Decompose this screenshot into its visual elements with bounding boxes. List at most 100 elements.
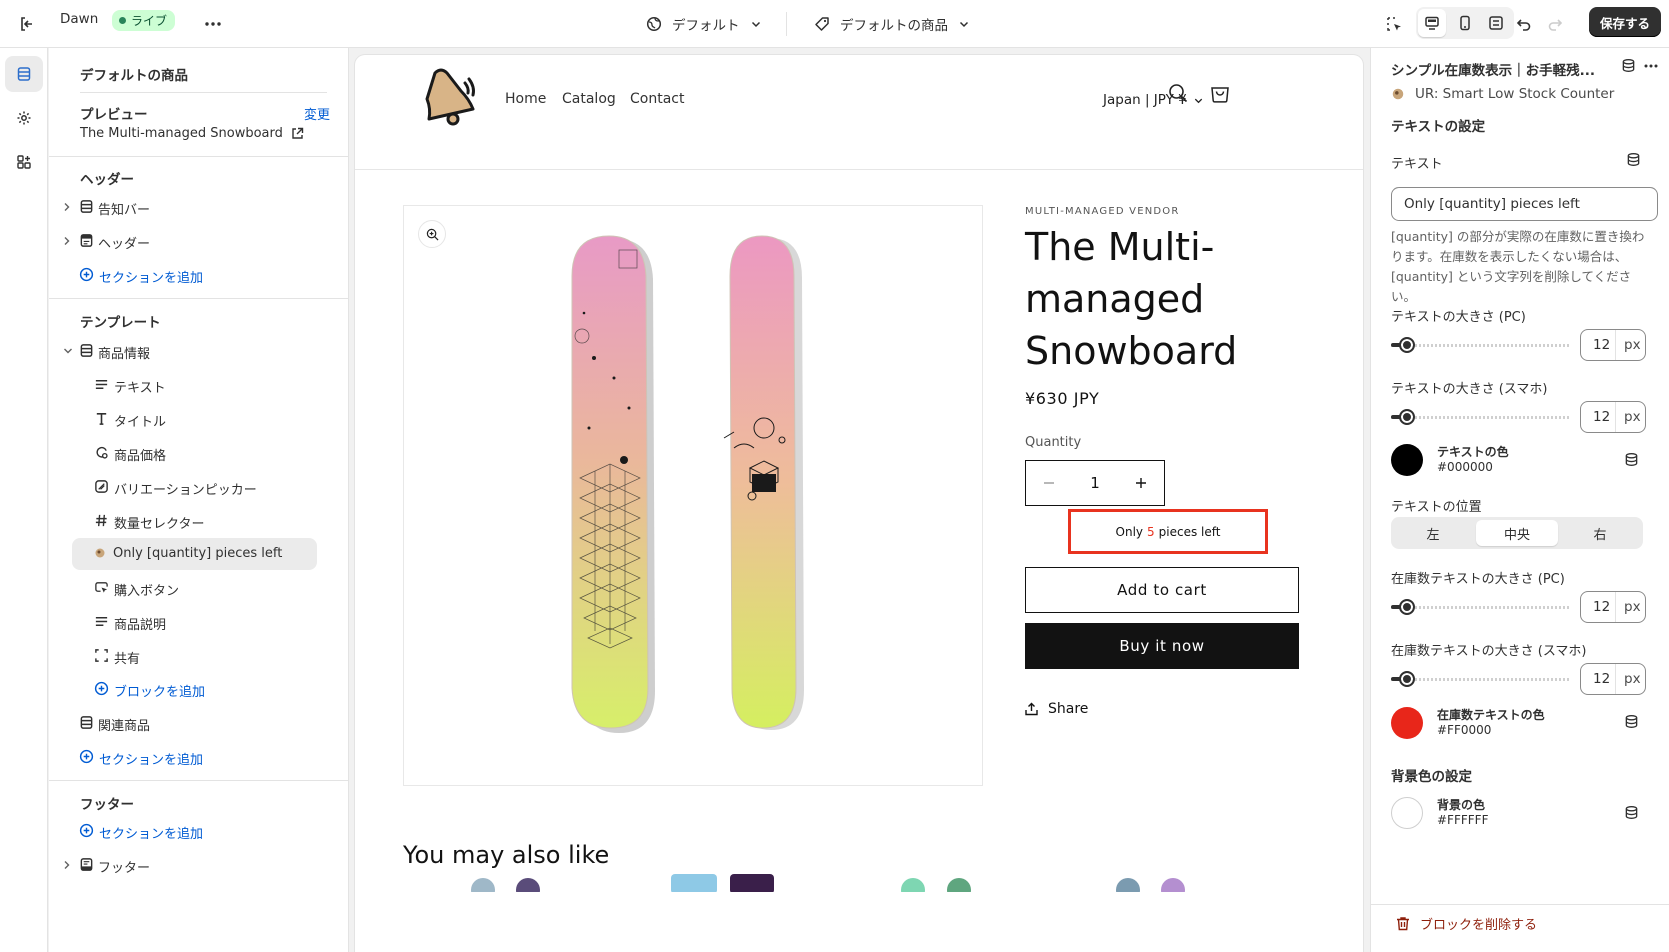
stock-color-label: 在庫数テキストの色 bbox=[1437, 708, 1545, 722]
dynamic-source-icon[interactable] bbox=[1624, 714, 1639, 729]
store-header: Home Catalog Contact Japan | JPY ¥ bbox=[355, 55, 1363, 170]
add-section-template-button[interactable]: セクションを追加 bbox=[49, 743, 348, 771]
stock-size-sp-slider[interactable] bbox=[1391, 669, 1571, 689]
dynamic-source-icon[interactable] bbox=[1624, 452, 1639, 467]
desktop-icon[interactable] bbox=[1418, 9, 1446, 37]
share-button[interactable]: Share bbox=[1025, 701, 1088, 717]
stock-color-picker[interactable]: 在庫数テキストの色 #FF0000 bbox=[1391, 706, 1545, 740]
position-label: テキストの位置 bbox=[1391, 500, 1482, 515]
product-media[interactable] bbox=[403, 205, 983, 786]
size-pc-slider[interactable] bbox=[1391, 335, 1571, 355]
unit-label: px bbox=[1624, 599, 1641, 615]
plus-icon[interactable] bbox=[1118, 477, 1164, 489]
add-section-label: セクションを追加 bbox=[99, 271, 204, 286]
preview-change-link[interactable]: 変更 bbox=[304, 104, 330, 123]
preview-product-link[interactable]: The Multi-managed Snowboard bbox=[80, 126, 304, 141]
add-section-footer-button[interactable]: セクションを追加 bbox=[49, 817, 348, 845]
tree-item-label: 関連商品 bbox=[98, 719, 151, 734]
text-color-picker[interactable]: テキストの色 #000000 bbox=[1391, 443, 1509, 477]
slider-handle[interactable] bbox=[1399, 671, 1415, 687]
price-tag-icon bbox=[94, 445, 109, 460]
buy-now-button[interactable]: Buy it now bbox=[1025, 623, 1299, 669]
block-price[interactable]: 商品価格 bbox=[49, 439, 348, 467]
stock-size-sp-input[interactable]: 12 px bbox=[1580, 663, 1646, 695]
mobile-icon[interactable] bbox=[1451, 9, 1479, 37]
stock-prefix: Only bbox=[1115, 524, 1144, 539]
dynamic-source-icon[interactable] bbox=[1624, 805, 1639, 820]
color-swatch[interactable] bbox=[1391, 707, 1423, 739]
color-swatch[interactable] bbox=[1391, 444, 1423, 476]
slider-handle[interactable] bbox=[1399, 409, 1415, 425]
undo-icon[interactable] bbox=[1509, 9, 1539, 39]
zoom-icon[interactable] bbox=[418, 220, 446, 248]
bg-color-picker[interactable]: 背景の色 #FFFFFF bbox=[1391, 796, 1488, 830]
database-icon[interactable] bbox=[1621, 58, 1636, 73]
more-actions-icon[interactable] bbox=[1643, 58, 1659, 74]
fullscreen-icon[interactable] bbox=[1482, 9, 1510, 37]
block-stock-counter[interactable]: Only [quantity] pieces left bbox=[72, 538, 317, 570]
nav-home-link[interactable]: Home bbox=[505, 91, 546, 107]
plus-circle-icon bbox=[79, 823, 94, 838]
cart-icon[interactable] bbox=[1209, 82, 1231, 104]
stock-size-pc-input[interactable]: 12 px bbox=[1580, 591, 1646, 623]
tree-item-footer[interactable]: フッター bbox=[49, 851, 348, 879]
position-center-option[interactable]: 中央 bbox=[1476, 520, 1558, 546]
block-text[interactable]: テキスト bbox=[49, 371, 348, 399]
tree-item-header[interactable]: ヘッダー bbox=[49, 227, 348, 255]
more-actions-icon[interactable] bbox=[200, 9, 226, 39]
exit-icon[interactable] bbox=[12, 9, 42, 39]
redo-icon[interactable] bbox=[1540, 9, 1570, 39]
block-description[interactable]: 商品説明 bbox=[49, 608, 348, 636]
tree-item-announcement-bar[interactable]: 告知バー bbox=[49, 193, 348, 221]
block-share[interactable]: 共有 bbox=[49, 642, 348, 670]
store-logo[interactable] bbox=[415, 65, 479, 127]
position-left-option[interactable]: 左 bbox=[1392, 520, 1474, 546]
add-section-label: セクションを追加 bbox=[99, 753, 204, 768]
inspector-icon[interactable] bbox=[1379, 9, 1409, 39]
delete-block-button[interactable]: ブロックを削除する bbox=[1396, 914, 1537, 933]
stock-size-pc-value: 12 bbox=[1593, 599, 1611, 615]
add-block-button[interactable]: ブロックを追加 bbox=[49, 675, 348, 703]
nav-contact-link[interactable]: Contact bbox=[630, 91, 684, 107]
slider-handle[interactable] bbox=[1399, 599, 1415, 615]
tree-item-related-products[interactable]: 関連商品 bbox=[49, 709, 348, 737]
share-icon bbox=[1025, 702, 1038, 716]
save-button[interactable]: 保存する bbox=[1589, 7, 1661, 37]
block-variant-picker[interactable]: バリエーションピッカー bbox=[49, 473, 348, 501]
size-pc-input[interactable]: 12 px bbox=[1580, 329, 1646, 361]
country-selector[interactable]: Japan | JPY ¥ bbox=[1103, 92, 1204, 108]
size-sp-input[interactable]: 12 px bbox=[1580, 401, 1646, 433]
tree-item-label: フッター bbox=[98, 861, 151, 876]
add-to-cart-button[interactable]: Add to cart bbox=[1025, 567, 1299, 613]
minus-icon[interactable] bbox=[1026, 477, 1072, 489]
color-swatch[interactable] bbox=[1391, 797, 1423, 829]
tag-icon bbox=[814, 16, 830, 32]
block-label: タイトル bbox=[114, 415, 167, 430]
theme-selector-label: デフォルト bbox=[672, 18, 740, 34]
preview-heading: プレビュー bbox=[80, 107, 148, 123]
position-right-option[interactable]: 右 bbox=[1559, 520, 1641, 546]
bg-settings-heading: 背景色の設定 bbox=[1391, 769, 1472, 785]
text-input[interactable]: Only [quantity] pieces left bbox=[1391, 187, 1658, 221]
related-products-heading: You may also like bbox=[403, 841, 610, 869]
tree-item-product-info[interactable]: 商品情報 bbox=[49, 337, 348, 365]
product-vendor: MULTI-MANAGED VENDOR bbox=[1025, 206, 1180, 217]
divider bbox=[1371, 904, 1669, 905]
stock-size-pc-slider[interactable] bbox=[1391, 597, 1571, 617]
add-section-header-button[interactable]: セクションを追加 bbox=[49, 261, 348, 289]
block-label: 商品説明 bbox=[114, 618, 167, 633]
sections-icon[interactable] bbox=[5, 56, 43, 92]
quantity-value[interactable]: 1 bbox=[1072, 474, 1118, 492]
block-quantity-selector[interactable]: 数量セレクター bbox=[49, 507, 348, 535]
theme-settings-icon[interactable] bbox=[5, 100, 43, 136]
block-title[interactable]: タイトル bbox=[49, 405, 348, 433]
apps-icon[interactable] bbox=[5, 144, 43, 180]
dynamic-source-icon[interactable] bbox=[1626, 152, 1641, 167]
search-icon[interactable] bbox=[1168, 83, 1188, 103]
template-selector[interactable]: デフォルトの商品 bbox=[808, 9, 976, 39]
slider-handle[interactable] bbox=[1399, 337, 1415, 353]
block-buy-button[interactable]: 購入ボタン bbox=[49, 574, 348, 602]
nav-catalog-link[interactable]: Catalog bbox=[562, 91, 616, 107]
size-sp-slider[interactable] bbox=[1391, 407, 1571, 427]
theme-selector[interactable]: デフォルト bbox=[640, 9, 768, 39]
